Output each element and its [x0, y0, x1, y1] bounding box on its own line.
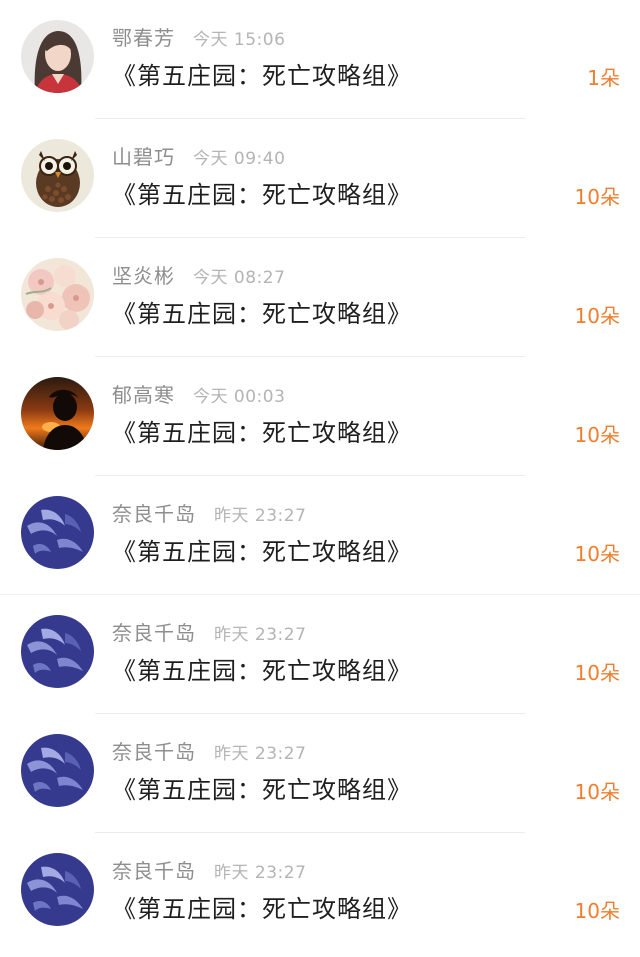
timestamp: 昨天 23:27: [214, 625, 307, 645]
blue-art-icon: [21, 615, 94, 688]
blue-art-icon: [21, 496, 94, 569]
timestamp: 今天 15:06: [193, 30, 286, 50]
flower-count: 10朵: [574, 423, 620, 447]
owl-icon: [21, 139, 94, 212]
flowers-icon: [21, 258, 94, 331]
book-title[interactable]: 《第五庄园：死亡攻略组》: [112, 413, 412, 448]
username[interactable]: 郁高寒: [112, 379, 175, 408]
timestamp: 今天 00:03: [193, 387, 286, 407]
book-title[interactable]: 《第五庄园：死亡攻略组》: [112, 889, 412, 924]
flower-count: 10朵: [574, 899, 620, 923]
username[interactable]: 奈良千岛: [112, 855, 196, 884]
item-meta: 山碧巧 今天 09:40: [112, 141, 285, 171]
avatar[interactable]: [21, 734, 94, 807]
avatar[interactable]: [21, 853, 94, 926]
username[interactable]: 山碧巧: [112, 141, 175, 170]
flower-count: 10朵: [574, 542, 620, 566]
avatar[interactable]: [21, 377, 94, 450]
item-meta: 奈良千岛 昨天 23:27: [112, 498, 306, 528]
avatar[interactable]: [21, 496, 94, 569]
timestamp: 昨天 23:27: [214, 863, 307, 883]
timestamp: 昨天 23:27: [214, 506, 307, 526]
username[interactable]: 奈良千岛: [112, 617, 196, 646]
book-title[interactable]: 《第五庄园：死亡攻略组》: [112, 770, 412, 805]
timestamp: 昨天 23:27: [214, 744, 307, 764]
flower-count: 10朵: [574, 780, 620, 804]
username[interactable]: 坚炎彬: [112, 260, 175, 289]
item-meta: 奈良千岛 昨天 23:27: [112, 855, 306, 885]
avatar[interactable]: [21, 615, 94, 688]
avatar[interactable]: [21, 139, 94, 212]
book-title[interactable]: 《第五庄园：死亡攻略组》: [112, 294, 412, 329]
username[interactable]: 奈良千岛: [112, 498, 196, 527]
list-item[interactable]: 奈良千岛 昨天 23:27 《第五庄园：死亡攻略组》 10朵: [0, 714, 640, 833]
blue-art-icon: [21, 853, 94, 926]
avatar[interactable]: [21, 20, 94, 93]
list-item[interactable]: 奈良千岛 昨天 23:27 《第五庄园：死亡攻略组》 10朵: [0, 595, 640, 714]
gift-record-list: 鄂春芳 今天 15:06 《第五庄园：死亡攻略组》 1朵 山碧巧 今天 09:4…: [0, 0, 640, 952]
list-item[interactable]: 坚炎彬 今天 08:27 《第五庄园：死亡攻略组》 10朵: [0, 238, 640, 357]
avatar[interactable]: [21, 258, 94, 331]
list-item[interactable]: 郁高寒 今天 00:03 《第五庄园：死亡攻略组》 10朵: [0, 357, 640, 476]
flower-count: 1朵: [587, 66, 620, 90]
username[interactable]: 奈良千岛: [112, 736, 196, 765]
list-item[interactable]: 奈良千岛 昨天 23:27 《第五庄园：死亡攻略组》 10朵: [0, 476, 640, 595]
book-title[interactable]: 《第五庄园：死亡攻略组》: [112, 651, 412, 686]
sunset-silhouette-icon: [21, 377, 94, 450]
list-item[interactable]: 奈良千岛 昨天 23:27 《第五庄园：死亡攻略组》 10朵: [0, 833, 640, 952]
list-item[interactable]: 鄂春芳 今天 15:06 《第五庄园：死亡攻略组》 1朵: [0, 0, 640, 119]
timestamp: 今天 09:40: [193, 149, 286, 169]
blue-art-icon: [21, 734, 94, 807]
timestamp: 今天 08:27: [193, 268, 286, 288]
book-title[interactable]: 《第五庄园：死亡攻略组》: [112, 175, 412, 210]
list-item[interactable]: 山碧巧 今天 09:40 《第五庄园：死亡攻略组》 10朵: [0, 119, 640, 238]
item-meta: 鄂春芳 今天 15:06: [112, 22, 285, 52]
flower-count: 10朵: [574, 185, 620, 209]
item-meta: 郁高寒 今天 00:03: [112, 379, 285, 409]
flower-count: 10朵: [574, 661, 620, 685]
book-title[interactable]: 《第五庄园：死亡攻略组》: [112, 56, 412, 91]
item-meta: 奈良千岛 昨天 23:27: [112, 617, 306, 647]
flower-count: 10朵: [574, 304, 620, 328]
item-meta: 坚炎彬 今天 08:27: [112, 260, 285, 290]
woman-portrait-icon: [21, 20, 94, 93]
username[interactable]: 鄂春芳: [112, 22, 175, 51]
book-title[interactable]: 《第五庄园：死亡攻略组》: [112, 532, 412, 567]
item-meta: 奈良千岛 昨天 23:27: [112, 736, 306, 766]
